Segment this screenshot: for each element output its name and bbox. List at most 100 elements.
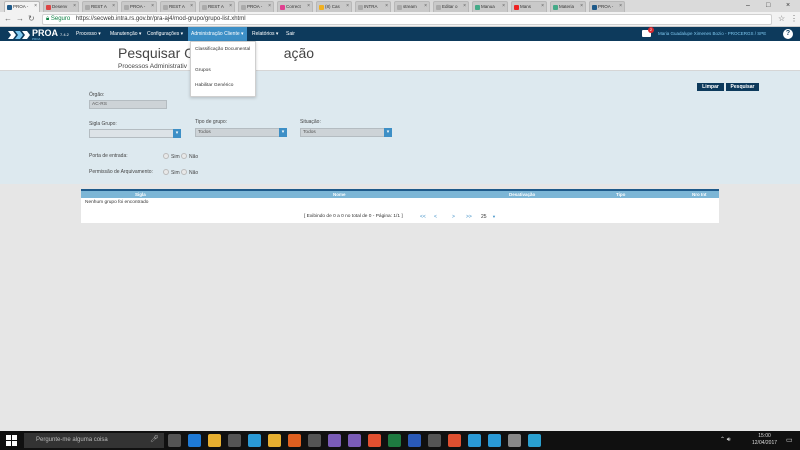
forward-icon[interactable]: → [16,14,24,23]
browser-menu-icon[interactable]: ⋮ [790,14,798,23]
column-header-nro-int[interactable]: Nro Int [692,191,707,198]
browser-tab[interactable]: Editar o × [433,1,469,12]
tab-close-icon[interactable]: × [463,2,466,11]
browser-tab[interactable]: Mans × [511,1,547,12]
tab-close-icon[interactable]: × [34,2,37,11]
word-icon[interactable] [408,434,421,447]
menu-0[interactable]: Processo ▾ [76,27,101,41]
tipo-select[interactable]: Todos ▾ [195,128,287,137]
pager-prev[interactable]: < [434,212,437,222]
edge-icon[interactable] [188,434,201,447]
browser-tab[interactable]: REST A × [82,1,118,12]
column-header-sigla[interactable]: Sigla [135,191,146,198]
back-icon[interactable]: ← [4,14,12,23]
chevron-down-icon[interactable]: ▼ [492,212,496,222]
menu-item-classificacao[interactable]: Classificação Documental [195,47,253,53]
help-icon[interactable]: ? [783,29,793,39]
firefox-icon[interactable] [288,434,301,447]
browser-tab[interactable]: PROA - × [4,1,40,12]
column-header-nome[interactable]: Nome [333,191,346,198]
browser-tab[interactable]: stream × [394,1,430,12]
permissao-yes-radio[interactable] [163,169,169,175]
browser-tab[interactable]: PROA - × [121,1,157,12]
notifications-icon[interactable]: ▭ [786,436,793,444]
page-size-select[interactable]: 25 [481,212,487,222]
tab-close-icon[interactable]: × [151,2,154,11]
reload-icon[interactable]: ↻ [28,14,35,23]
chrome-icon[interactable] [268,434,281,447]
pager-last[interactable]: >> [466,212,472,222]
maximize-icon[interactable]: □ [766,0,770,11]
menu-2[interactable]: Configurações ▾ [147,27,183,41]
store-icon[interactable] [228,434,241,447]
situacao-select[interactable]: Todos ▾ [300,128,392,137]
menu-5[interactable]: Sair [286,27,295,41]
tab-close-icon[interactable]: × [229,2,232,11]
pager-next[interactable]: > [452,212,455,222]
browser-tab[interactable]: Correct × [277,1,313,12]
tab-close-icon[interactable]: × [580,2,583,11]
excel-icon[interactable] [388,434,401,447]
app-icon-4[interactable] [508,434,521,447]
close-window-icon[interactable]: × [786,0,790,11]
windows-start-icon[interactable] [6,435,17,446]
browser-tab[interactable]: Materia × [550,1,586,12]
taskbar-clock[interactable]: 15:00 12/04/2017 [752,433,777,447]
app-icon-2[interactable] [468,434,481,447]
tab-close-icon[interactable]: × [619,2,622,11]
browser-tab[interactable]: PROA - × [238,1,274,12]
browser-tab[interactable]: Manua × [472,1,508,12]
browser-tab[interactable]: REST A × [160,1,196,12]
app-icon-5[interactable] [528,434,541,447]
app-icon-1[interactable] [448,434,461,447]
app-icon-3[interactable] [488,434,501,447]
file-explorer-icon[interactable] [208,434,221,447]
url-field[interactable]: 🔒︎ Seguro https://secweb.intra.rs.gov.br… [42,14,772,25]
bookmark-star-icon[interactable]: ☆ [778,14,785,23]
porta-yes-radio[interactable] [163,153,169,159]
user-name[interactable]: Maria Guadalupe Ximenes Bozio - PROCERGS… [658,27,766,41]
menu-3[interactable]: Administração Cliente ▾ [188,27,247,41]
menu-4[interactable]: Relatórios ▾ [252,27,278,41]
orgao-select[interactable]: AC-RS [89,100,167,109]
eclipse-icon[interactable] [328,434,341,447]
browser-tab[interactable]: REST A × [199,1,235,12]
browser-tab[interactable]: Desenv × [43,1,79,12]
column-header-tipo[interactable]: Tipo [616,191,625,198]
tab-close-icon[interactable]: × [502,2,505,11]
search-button[interactable]: Pesquisar [726,83,759,91]
visual-studio-icon[interactable] [348,434,361,447]
git-icon[interactable] [368,434,381,447]
sigla-select[interactable]: ▾ [89,129,181,138]
menu-item-grupos[interactable]: Grupos [195,68,253,74]
calculator-icon[interactable] [308,434,321,447]
browser-tab[interactable]: INTRA × [355,1,391,12]
people-icon[interactable] [428,434,441,447]
tab-close-icon[interactable]: × [346,2,349,11]
porta-no-radio[interactable] [181,153,187,159]
browser-tab[interactable]: PROA - × [589,1,625,12]
tab-close-icon[interactable]: × [73,2,76,11]
pager-first[interactable]: << [420,212,426,222]
microphone-icon[interactable]: 🎤︎ [150,435,159,443]
column-header-desativacao[interactable]: Desativação [509,191,535,198]
taskbar-search-field[interactable]: Pergunte-me alguma coisa [24,433,164,448]
permissao-no-radio[interactable] [181,169,187,175]
menu-label: Processo [76,31,97,37]
tab-close-icon[interactable]: × [307,2,310,11]
menu-item-habilitar[interactable]: Habilitar Genérico [195,83,253,89]
clear-button[interactable]: Limpar [697,83,724,91]
tab-close-icon[interactable]: × [190,2,193,11]
tab-favicon-icon [514,5,519,10]
tab-close-icon[interactable]: × [385,2,388,11]
tab-close-icon[interactable]: × [541,2,544,11]
task-view-icon[interactable] [168,434,181,447]
tab-close-icon[interactable]: × [268,2,271,11]
browser-tab[interactable]: (8) Cas × [316,1,352,12]
ie-icon[interactable] [248,434,261,447]
menu-1[interactable]: Manutenção ▾ [110,27,141,41]
minimize-icon[interactable]: – [746,0,750,11]
tab-close-icon[interactable]: × [112,2,115,11]
system-tray-icons[interactable]: ⌃ 🔊︎ [720,436,730,444]
tab-close-icon[interactable]: × [424,2,427,11]
